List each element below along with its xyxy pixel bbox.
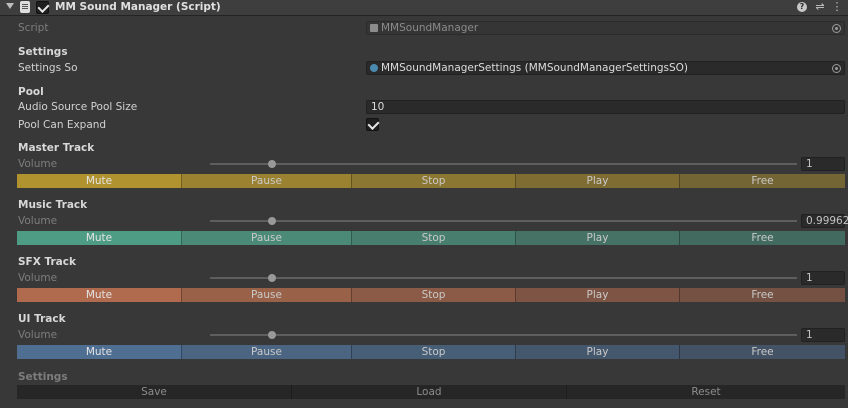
sfx-track-volume-input[interactable]: 1: [801, 271, 845, 285]
presets-icon[interactable]: ⇌: [814, 1, 826, 13]
ui-track-pause-button[interactable]: Pause: [182, 345, 352, 359]
script-value: MMSoundManager: [381, 22, 479, 34]
music-track-volume-value: 0.99962: [806, 215, 848, 227]
ui-track-free-button[interactable]: Free: [680, 345, 845, 359]
ui-track-mute-button[interactable]: Mute: [17, 345, 182, 359]
master-track-volume-slider[interactable]: [210, 163, 797, 165]
master-track-volume-label: Volume: [18, 158, 58, 170]
save-button[interactable]: Save: [17, 385, 292, 399]
master-track-volume-value: 1: [806, 158, 813, 170]
checkmark-icon: [367, 117, 380, 131]
sfx-track-free-button[interactable]: Free: [680, 288, 845, 302]
ui-track-volume-value: 1: [806, 329, 813, 341]
component-enabled-checkbox[interactable]: [36, 0, 50, 14]
master-track-button-row: Mute Pause Stop Play Free: [17, 174, 845, 188]
music-track-volume-slider-thumb[interactable]: [267, 217, 276, 225]
sfx-track-volume-label: Volume: [18, 272, 58, 284]
ui-track-volume-slider-thumb[interactable]: [267, 331, 276, 339]
load-button[interactable]: Load: [292, 385, 567, 399]
master-track-volume-slider-thumb[interactable]: [267, 160, 276, 168]
ui-track-volume-slider[interactable]: [210, 334, 797, 336]
ui-track-volume-label: Volume: [18, 329, 58, 341]
music-track-free-button[interactable]: Free: [680, 231, 845, 245]
pool-size-label: Audio Source Pool Size: [18, 101, 138, 113]
sfx-track-mute-button[interactable]: Mute: [17, 288, 182, 302]
sfx-track-volume-slider-thumb[interactable]: [267, 274, 276, 282]
master-track-free-button[interactable]: Free: [680, 174, 845, 188]
music-track-title: Music Track: [18, 199, 88, 211]
music-track-button-row: Mute Pause Stop Play Free: [17, 231, 845, 245]
object-picker-icon[interactable]: [832, 24, 841, 33]
music-track-volume-input[interactable]: 0.99962: [801, 214, 848, 228]
checkmark-icon: [37, 0, 50, 14]
pool-expand-checkbox[interactable]: [366, 117, 380, 131]
ui-track-play-button[interactable]: Play: [516, 345, 680, 359]
master-track-stop-button[interactable]: Stop: [352, 174, 516, 188]
music-track-stop-button[interactable]: Stop: [352, 231, 516, 245]
foldout-arrow-icon[interactable]: [6, 3, 14, 9]
script-file-icon: [370, 24, 378, 32]
sfx-track-stop-button[interactable]: Stop: [352, 288, 516, 302]
settings-so-field[interactable]: MMSoundManagerSettings (MMSoundManagerSe…: [366, 61, 845, 75]
pool-size-value: 10: [371, 101, 385, 113]
music-track-play-button[interactable]: Play: [516, 231, 680, 245]
sfx-track-play-button[interactable]: Play: [516, 288, 680, 302]
music-track-volume-slider[interactable]: [210, 220, 797, 222]
master-track-mute-button[interactable]: Mute: [17, 174, 182, 188]
music-track-volume-label: Volume: [18, 215, 58, 227]
help-icon[interactable]: ?: [797, 2, 807, 12]
ui-track-button-row: Mute Pause Stop Play Free: [17, 345, 845, 359]
kebab-menu-icon[interactable]: ⋮: [831, 1, 843, 13]
script-field[interactable]: MMSoundManager: [366, 21, 845, 35]
scriptable-object-icon: [370, 64, 378, 72]
object-picker-icon[interactable]: [832, 64, 841, 73]
footer-settings-heading: Settings: [18, 371, 68, 383]
ui-track-title: UI Track: [18, 313, 66, 325]
pool-expand-label: Pool Can Expand: [18, 119, 107, 131]
reset-button[interactable]: Reset: [567, 385, 845, 399]
sfx-track-volume-slider[interactable]: [210, 277, 797, 279]
settings-so-label: Settings So: [18, 62, 78, 74]
component-title: MM Sound Manager (Script): [55, 1, 221, 13]
sfx-track-volume-value: 1: [806, 272, 813, 284]
ui-track-stop-button[interactable]: Stop: [352, 345, 516, 359]
script-icon: [20, 1, 30, 13]
script-label: Script: [18, 22, 49, 34]
settings-so-value: MMSoundManagerSettings (MMSoundManagerSe…: [381, 62, 689, 74]
master-track-title: Master Track: [18, 142, 95, 154]
settings-button-row: Save Load Reset: [17, 385, 845, 399]
ui-track-volume-input[interactable]: 1: [801, 328, 845, 342]
master-track-play-button[interactable]: Play: [516, 174, 680, 188]
pool-size-input[interactable]: 10: [366, 100, 845, 114]
music-track-pause-button[interactable]: Pause: [182, 231, 352, 245]
master-track-pause-button[interactable]: Pause: [182, 174, 352, 188]
component-header: MM Sound Manager (Script) ? ⇌ ⋮: [0, 0, 848, 16]
pool-heading: Pool: [18, 86, 44, 98]
settings-heading: Settings: [18, 46, 68, 58]
music-track-mute-button[interactable]: Mute: [17, 231, 182, 245]
sfx-track-title: SFX Track: [18, 256, 76, 268]
sfx-track-button-row: Mute Pause Stop Play Free: [17, 288, 845, 302]
master-track-volume-input[interactable]: 1: [801, 157, 845, 171]
sfx-track-pause-button[interactable]: Pause: [182, 288, 352, 302]
